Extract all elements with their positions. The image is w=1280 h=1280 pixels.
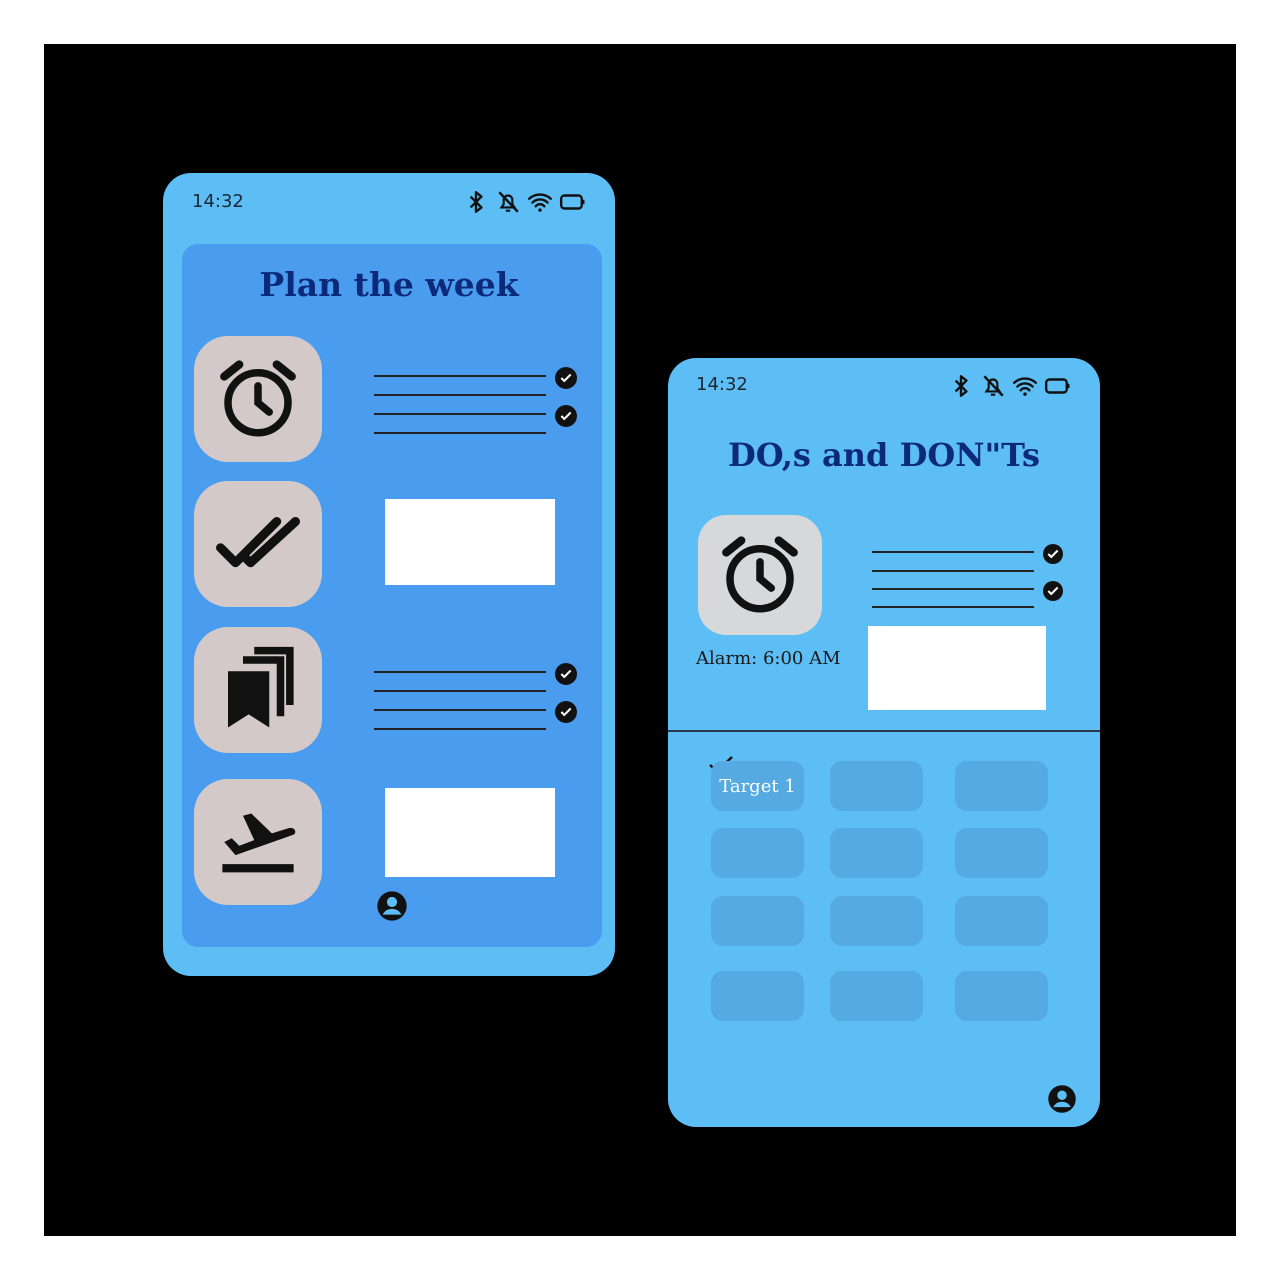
target-cell[interactable] [830, 971, 923, 1021]
bluetooth-icon [469, 191, 483, 213]
target-cell[interactable] [830, 761, 923, 811]
battery-icon [559, 194, 585, 210]
black-backdrop: 14:32 Plan the week 14:32 DO,s and DON"T… [44, 44, 1236, 1236]
task-line [374, 690, 546, 692]
phone-plan-the-week: 14:32 Plan the week [163, 173, 615, 976]
tile-alarm[interactable] [194, 336, 322, 462]
user-circle-icon[interactable] [376, 890, 408, 922]
task-line [872, 606, 1034, 608]
section-divider [668, 730, 1100, 732]
status-time: 14:32 [192, 191, 244, 212]
check-icon [1047, 549, 1059, 559]
tile-alarm[interactable] [698, 515, 822, 635]
task-check[interactable] [555, 663, 577, 685]
task-check[interactable] [1043, 581, 1063, 601]
task-lines [872, 544, 1082, 624]
task-line [374, 709, 546, 711]
check-icon [1047, 586, 1059, 596]
target-cell[interactable]: Target 1 [711, 761, 804, 811]
note-box[interactable] [868, 626, 1046, 710]
task-line [374, 671, 546, 673]
target-cell[interactable] [830, 828, 923, 878]
tile-tasks[interactable] [194, 481, 322, 607]
target-cell[interactable] [955, 971, 1048, 1021]
task-line [374, 432, 546, 434]
double-check-icon [216, 517, 300, 568]
alarm-clock-icon [722, 536, 798, 613]
target-cell[interactable] [955, 896, 1048, 946]
wifi-icon [527, 193, 553, 212]
task-line [872, 588, 1034, 590]
battery-icon [1044, 378, 1070, 394]
tile-travel[interactable] [194, 779, 322, 905]
task-line [872, 551, 1034, 553]
task-lines-2 [374, 663, 584, 743]
status-bar: 14:32 [668, 358, 1100, 414]
alarm-label: Alarm: 6:00 AM [696, 648, 841, 669]
task-line [374, 394, 546, 396]
airplane-departure-icon [222, 813, 296, 873]
alarm-clock-icon [220, 360, 296, 437]
bell-off-icon [498, 191, 519, 213]
task-lines-1 [374, 367, 584, 447]
task-check[interactable] [1043, 544, 1063, 564]
task-line [374, 728, 546, 730]
target-cell[interactable] [711, 896, 804, 946]
task-line [374, 375, 546, 377]
target-cell[interactable] [955, 828, 1048, 878]
target-cell[interactable] [830, 896, 923, 946]
check-icon [560, 669, 572, 679]
task-check[interactable] [555, 405, 577, 427]
user-circle-icon[interactable] [1047, 1084, 1077, 1114]
note-box[interactable] [385, 499, 555, 585]
check-icon [560, 707, 572, 717]
status-time: 14:32 [696, 374, 748, 395]
task-check[interactable] [555, 367, 577, 389]
wifi-icon [1012, 377, 1038, 396]
status-icons [948, 373, 1070, 399]
target-cell[interactable] [711, 971, 804, 1021]
task-line [872, 570, 1034, 572]
bookmarks-icon [228, 646, 294, 728]
task-check[interactable] [555, 701, 577, 723]
phone-dos-and-donts: 14:32 DO,s and DON"Ts Alarm: 6:00 AM Tar… [668, 358, 1100, 1127]
note-box[interactable] [385, 788, 555, 877]
status-bar: 14:32 [163, 173, 615, 229]
tile-bookmarks[interactable] [194, 627, 322, 753]
bluetooth-icon [954, 375, 968, 397]
check-icon [560, 373, 572, 383]
check-icon [560, 411, 572, 421]
task-line [374, 413, 546, 415]
target-cell[interactable] [955, 761, 1048, 811]
page-title: Plan the week [259, 265, 519, 304]
page-title: DO,s and DON"Ts [728, 436, 1040, 474]
status-icons [463, 189, 585, 215]
target-cell[interactable] [711, 828, 804, 878]
bell-off-icon [983, 375, 1004, 397]
